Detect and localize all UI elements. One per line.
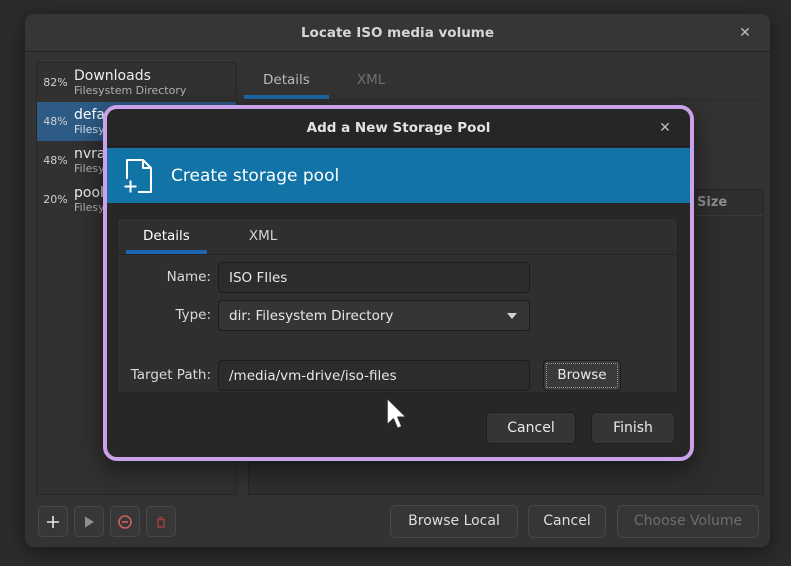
- add-storage-pool-dialog: Add a New Storage Pool ✕ Create storage …: [103, 105, 694, 461]
- chevron-down-icon: [507, 313, 517, 319]
- banner-label: Create storage pool: [171, 166, 339, 186]
- pool-usage-percent: 82%: [37, 76, 74, 89]
- create-pool-banner: Create storage pool: [107, 148, 690, 203]
- pool-name: Downloads: [74, 68, 186, 84]
- trash-icon: [153, 514, 169, 530]
- pool-form-panel: Details XML Name: Type: dir: Filesystem …: [117, 218, 678, 393]
- pool-list-item-downloads[interactable]: 82% Downloads Filesystem Directory: [37, 63, 236, 102]
- dialog-tabs: Details XML: [118, 219, 677, 255]
- dialog-cancel-button[interactable]: Cancel: [486, 412, 576, 444]
- stop-pool-button[interactable]: [110, 506, 140, 537]
- dialog-titlebar: Add a New Storage Pool ✕: [107, 109, 690, 147]
- dialog-tab-xml[interactable]: XML: [232, 219, 294, 254]
- type-dropdown[interactable]: dir: Filesystem Directory: [218, 300, 530, 331]
- delete-pool-button[interactable]: [146, 506, 176, 537]
- dialog-title: Add a New Storage Pool: [107, 109, 690, 147]
- stop-circle-icon: [117, 514, 133, 530]
- new-document-icon: [122, 157, 156, 195]
- name-input[interactable]: [218, 262, 530, 293]
- window-titlebar: Locate ISO media volume ✕: [25, 14, 770, 52]
- target-path-input[interactable]: [218, 360, 530, 391]
- dialog-tab-details[interactable]: Details: [126, 219, 207, 254]
- pool-usage-percent: 48%: [37, 115, 74, 128]
- browse-button[interactable]: Browse: [543, 360, 621, 391]
- dialog-finish-button[interactable]: Finish: [591, 412, 675, 444]
- start-pool-button[interactable]: [74, 506, 104, 537]
- window-close-icon[interactable]: ✕: [734, 14, 756, 52]
- pool-usage-percent: 20%: [37, 193, 74, 206]
- pool-type: Filesystem Directory: [74, 84, 186, 97]
- tab-details[interactable]: Details: [244, 62, 329, 99]
- size-column-header[interactable]: Size: [697, 195, 727, 210]
- pool-detail-tabs: Details XML: [240, 62, 761, 100]
- name-label: Name:: [118, 262, 211, 293]
- pool-toolbar: [38, 506, 176, 537]
- add-pool-button[interactable]: [38, 506, 68, 537]
- choose-volume-button[interactable]: Choose Volume: [617, 505, 759, 538]
- plus-icon: [45, 514, 61, 530]
- tab-xml[interactable]: XML: [338, 62, 404, 99]
- type-dropdown-value: dir: Filesystem Directory: [229, 308, 393, 324]
- browse-local-button[interactable]: Browse Local: [390, 505, 518, 538]
- pool-usage-percent: 48%: [37, 154, 74, 167]
- cancel-button[interactable]: Cancel: [528, 505, 606, 538]
- window-title: Locate ISO media volume: [25, 14, 770, 52]
- target-path-label: Target Path:: [118, 360, 211, 391]
- play-icon: [81, 514, 97, 530]
- type-label: Type:: [118, 300, 211, 331]
- dialog-close-icon[interactable]: ✕: [654, 109, 676, 147]
